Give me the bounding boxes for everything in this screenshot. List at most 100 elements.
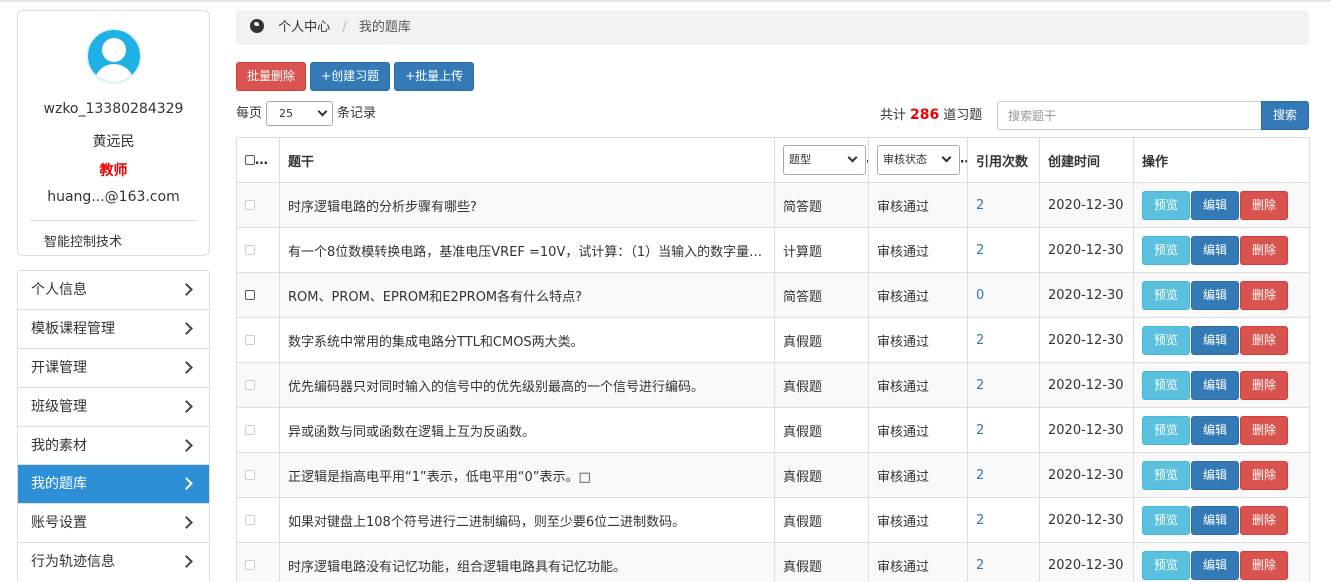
- row-checkbox[interactable]: [245, 470, 255, 480]
- sidebar-item[interactable]: 开课管理: [18, 348, 209, 388]
- question-stem: 有一个8位数模转换电路，基准电压VREF =10V，试计算：（1）当输入的数字量…: [279, 227, 775, 273]
- reference-count[interactable]: 2: [967, 542, 1040, 582]
- question-type: 计算题: [774, 227, 869, 273]
- review-status: 审核通过: [868, 407, 968, 453]
- reference-count[interactable]: 2: [967, 182, 1040, 228]
- profile-role: 教师: [99, 163, 128, 179]
- sidebar-item-label: 班级管理: [31, 398, 87, 415]
- preview-button[interactable]: 预览: [1142, 370, 1191, 400]
- preview-button[interactable]: 预览: [1142, 415, 1191, 445]
- preview-button[interactable]: 预览: [1142, 190, 1191, 220]
- edit-button[interactable]: 编辑: [1191, 370, 1240, 400]
- type-filter-select[interactable]: 题型: [783, 145, 866, 175]
- delete-button[interactable]: 删除: [1240, 460, 1289, 490]
- preview-button[interactable]: 预览: [1142, 280, 1191, 310]
- search-button[interactable]: 搜索: [1261, 101, 1309, 130]
- sidebar-item[interactable]: 账号设置: [18, 504, 209, 544]
- created-date: 2020-12-30: [1039, 407, 1134, 453]
- sidebar-item[interactable]: 个人信息: [18, 271, 209, 310]
- reference-count[interactable]: 2: [967, 452, 1040, 498]
- row-checkbox[interactable]: [245, 290, 255, 300]
- reference-count[interactable]: 2: [967, 362, 1040, 408]
- reference-count[interactable]: 2: [967, 317, 1040, 363]
- delete-button[interactable]: 删除: [1240, 415, 1289, 445]
- header-stem: 题干: [279, 137, 775, 183]
- reference-count[interactable]: 2: [967, 497, 1040, 543]
- sidebar-item[interactable]: 我的题库: [18, 465, 209, 505]
- edit-button[interactable]: 编辑: [1191, 460, 1240, 490]
- sidebar-item-label: 模板课程管理: [31, 320, 115, 337]
- chevron-right-icon: [180, 516, 193, 530]
- header-status: 审核状态: [868, 137, 968, 183]
- row-checkbox[interactable]: [245, 200, 255, 210]
- created-date: 2020-12-30: [1039, 542, 1134, 582]
- edit-button[interactable]: 编辑: [1191, 280, 1240, 310]
- edit-button[interactable]: 编辑: [1191, 550, 1240, 580]
- delete-button[interactable]: 删除: [1240, 190, 1289, 220]
- reference-count[interactable]: 2: [967, 227, 1040, 273]
- select-all-checkbox[interactable]: [245, 155, 255, 165]
- preview-button[interactable]: 预览: [1142, 550, 1191, 580]
- row-checkbox[interactable]: [245, 245, 255, 255]
- edit-button[interactable]: 编辑: [1191, 190, 1240, 220]
- breadcrumb-home[interactable]: 个人中心: [278, 20, 330, 35]
- row-checkbox[interactable]: [245, 335, 255, 345]
- batch-delete-button[interactable]: 批量删除: [236, 62, 307, 91]
- delete-button[interactable]: 删除: [1240, 370, 1289, 400]
- row-checkbox[interactable]: [245, 380, 255, 390]
- question-type: 真假题: [774, 542, 869, 582]
- delete-button[interactable]: 删除: [1240, 280, 1289, 310]
- preview-button[interactable]: 预览: [1142, 235, 1191, 265]
- row-operations: 预览 编辑 删除: [1133, 317, 1310, 363]
- chevron-right-icon: [180, 555, 193, 569]
- created-date: 2020-12-30: [1039, 452, 1134, 498]
- edit-button[interactable]: 编辑: [1191, 415, 1240, 445]
- row-checkbox[interactable]: [245, 425, 255, 435]
- table-row: 如果对键盘上108个符号进行二进制编码，则至少要6位二进制数码。 真假题 审核通过 2…: [236, 497, 1310, 543]
- batch-upload-button[interactable]: +批量上传: [394, 62, 475, 91]
- type-filter-label: 题型: [789, 153, 811, 166]
- header-refs: 引用次数: [967, 137, 1040, 183]
- search-input[interactable]: [997, 101, 1262, 130]
- reference-count[interactable]: 0: [967, 272, 1040, 318]
- created-date: 2020-12-30: [1039, 317, 1134, 363]
- delete-button[interactable]: 删除: [1240, 505, 1289, 535]
- question-type: 真假题: [774, 317, 869, 363]
- question-stem: 优先编码器只对同时输入的信号中的优先级别最高的一个信号进行编码。: [279, 362, 775, 408]
- delete-button[interactable]: 删除: [1240, 325, 1289, 355]
- sidebar-item[interactable]: 模板课程管理: [18, 309, 209, 349]
- delete-button[interactable]: 删除: [1240, 235, 1289, 265]
- page-size-select[interactable]: 25: [266, 101, 334, 126]
- table-row: ROM、PROM、EPROM和E2PROM各有什么特点? 简答题 审核通过 0 2020…: [236, 272, 1310, 318]
- header-type: 题型: [774, 137, 869, 183]
- row-checkbox[interactable]: [245, 560, 255, 570]
- delete-button[interactable]: 删除: [1240, 550, 1289, 580]
- question-type: 简答题: [774, 272, 869, 318]
- status-filter-select[interactable]: 审核状态: [877, 145, 960, 175]
- avatar[interactable]: [86, 28, 142, 84]
- reference-count[interactable]: 2: [967, 407, 1040, 453]
- review-status: 审核通过: [868, 452, 968, 498]
- total-suffix: 道习题: [943, 108, 983, 123]
- sidebar-item[interactable]: 班级管理: [18, 387, 209, 427]
- row-select-cell: [236, 362, 280, 408]
- chevron-right-icon: [180, 360, 193, 374]
- review-status: 审核通过: [868, 272, 968, 318]
- edit-button[interactable]: 编辑: [1191, 235, 1240, 265]
- row-select-cell: [236, 272, 280, 318]
- row-select-cell: [236, 452, 280, 498]
- preview-button[interactable]: 预览: [1142, 505, 1191, 535]
- breadcrumb: 个人中心 / 我的题库: [236, 10, 1309, 45]
- edit-button[interactable]: 编辑: [1191, 325, 1240, 355]
- create-question-button[interactable]: +创建习题: [310, 62, 391, 91]
- edit-button[interactable]: 编辑: [1191, 505, 1240, 535]
- action-bar: 批量删除 +创建习题 +批量上传: [236, 62, 478, 91]
- question-type: 真假题: [774, 497, 869, 543]
- preview-button[interactable]: 预览: [1142, 325, 1191, 355]
- sidebar-item[interactable]: 我的素材: [18, 426, 209, 466]
- question-stem: 正逻辑是指高电平用“1”表示，低电平用“0”表示。□: [279, 452, 775, 498]
- review-status: 审核通过: [868, 182, 968, 228]
- preview-button[interactable]: 预览: [1142, 460, 1191, 490]
- sidebar-item[interactable]: 行为轨迹信息: [18, 543, 209, 582]
- row-checkbox[interactable]: [245, 515, 255, 525]
